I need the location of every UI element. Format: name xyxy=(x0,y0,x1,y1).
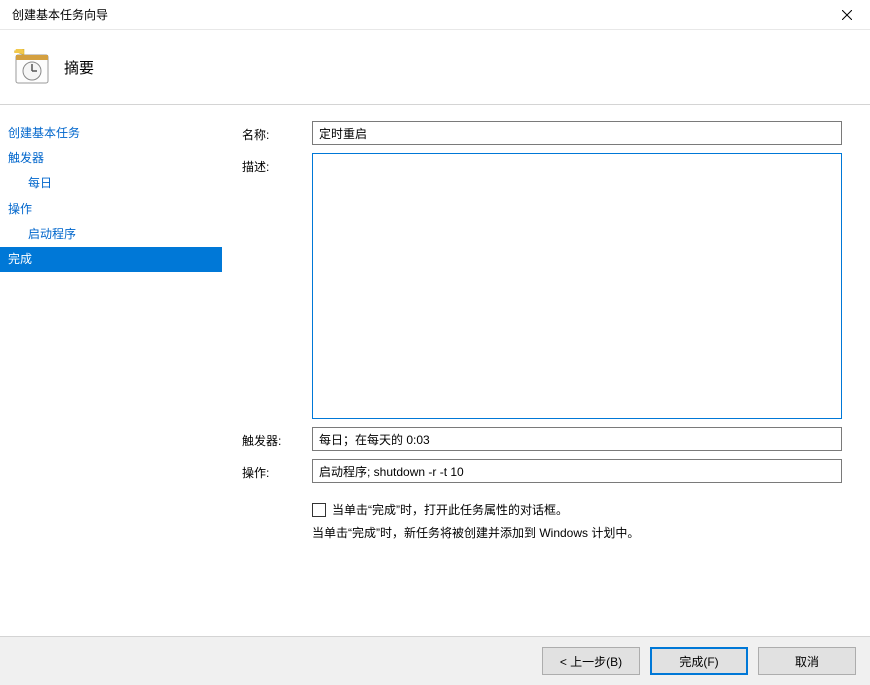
titlebar: 创建基本任务向导 xyxy=(0,0,870,30)
sidebar-item-start-program[interactable]: 启动程序 xyxy=(0,222,222,247)
page-title: 摘要 xyxy=(64,57,94,78)
cancel-button[interactable]: 取消 xyxy=(758,647,856,675)
wizard-header: 摘要 xyxy=(0,30,870,105)
action-row: 操作: xyxy=(242,459,842,483)
close-icon xyxy=(842,10,852,20)
name-input[interactable] xyxy=(312,121,842,145)
open-properties-row: 当单击“完成”时，打开此任务属性的对话框。 xyxy=(242,501,842,518)
open-properties-checkbox[interactable] xyxy=(312,503,326,517)
window-title: 创建基本任务向导 xyxy=(12,6,108,23)
action-input[interactable] xyxy=(312,459,842,483)
action-label: 操作: xyxy=(242,459,312,481)
finish-hint: 当单击“完成”时，新任务将被创建并添加到 Windows 计划中。 xyxy=(242,524,842,543)
open-properties-label: 当单击“完成”时，打开此任务属性的对话框。 xyxy=(332,501,568,518)
wizard-sidebar: 创建基本任务 触发器 每日 操作 启动程序 完成 xyxy=(0,105,222,635)
trigger-label: 触发器: xyxy=(242,427,312,449)
close-button[interactable] xyxy=(824,0,870,30)
wizard-content: 名称: 描述: 触发器: 操作: 当单击“完成”时，打开此任务属性的对话框。 当… xyxy=(222,105,870,635)
name-row: 名称: xyxy=(242,121,842,145)
trigger-input[interactable] xyxy=(312,427,842,451)
task-scheduler-icon xyxy=(14,49,50,85)
trigger-row: 触发器: xyxy=(242,427,842,451)
description-label: 描述: xyxy=(242,153,312,175)
finish-button[interactable]: 完成(F) xyxy=(650,647,748,675)
wizard-body: 创建基本任务 触发器 每日 操作 启动程序 完成 名称: 描述: 触发器: 操作… xyxy=(0,105,870,635)
name-label: 名称: xyxy=(242,121,312,143)
sidebar-item-create-task[interactable]: 创建基本任务 xyxy=(0,121,222,146)
wizard-footer: < 上一步(B) 完成(F) 取消 xyxy=(0,636,870,685)
description-textarea[interactable] xyxy=(312,153,842,419)
sidebar-item-trigger[interactable]: 触发器 xyxy=(0,146,222,171)
description-row: 描述: xyxy=(242,153,842,419)
sidebar-item-finish[interactable]: 完成 xyxy=(0,247,222,272)
back-button[interactable]: < 上一步(B) xyxy=(542,647,640,675)
sidebar-item-daily[interactable]: 每日 xyxy=(0,171,222,196)
sidebar-item-action[interactable]: 操作 xyxy=(0,197,222,222)
